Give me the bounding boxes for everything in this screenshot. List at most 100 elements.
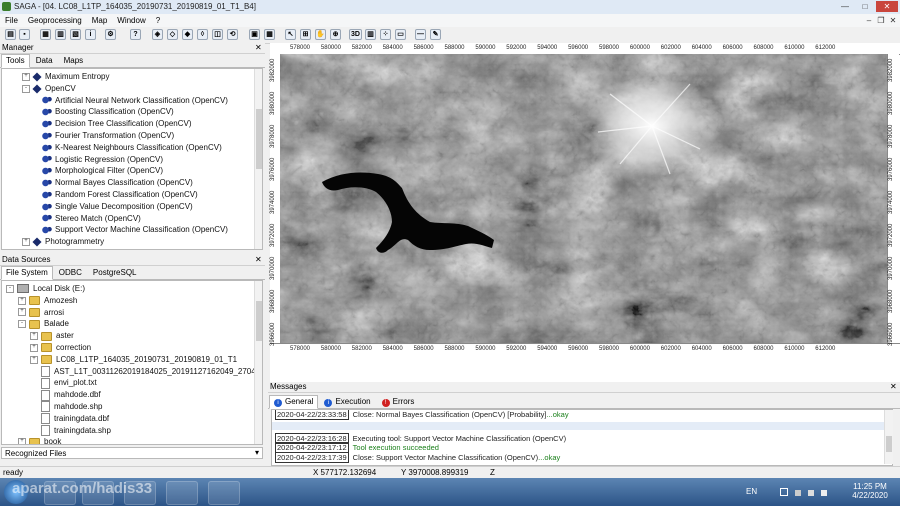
collapse-icon[interactable]: -: [22, 84, 30, 93]
expand-icon[interactable]: +: [18, 296, 26, 305]
menu-window[interactable]: Window: [112, 14, 150, 27]
pan-hand-icon[interactable]: ✋: [315, 29, 326, 40]
tab-file-system[interactable]: File System: [1, 266, 53, 280]
child-close-icon[interactable]: ✕: [888, 15, 898, 26]
tool-item[interactable]: Support Vector Machine Classification (O…: [42, 224, 228, 236]
open-icon[interactable]: ▤: [5, 29, 16, 40]
library-item[interactable]: - OpenCV: [22, 83, 76, 95]
tool-item[interactable]: Stereo Match (OpenCV): [42, 213, 141, 225]
tool-item[interactable]: Fourier Transformation (OpenCV): [42, 130, 174, 142]
info-icon[interactable]: i: [85, 29, 96, 40]
zoom-selection-icon[interactable]: ◫: [212, 29, 223, 40]
tool-item[interactable]: Morphological Filter (OpenCV): [42, 165, 163, 177]
tab-execution[interactable]: i Execution: [319, 395, 375, 409]
zoom-sync-icon[interactable]: ⟲: [227, 29, 238, 40]
folder-item[interactable]: + correction: [30, 342, 91, 354]
file-item[interactable]: envi_plot.txt: [30, 377, 97, 389]
zoom-next-icon[interactable]: ◆: [182, 29, 193, 40]
child-restore-icon[interactable]: ❐: [876, 15, 886, 26]
histogram-icon[interactable]: ▥: [365, 29, 376, 40]
tray-icons[interactable]: [780, 488, 840, 496]
language-indicator[interactable]: EN: [746, 487, 757, 496]
menu-help[interactable]: ?: [151, 14, 165, 27]
tool-item[interactable]: Random Forest Classification (OpenCV): [42, 189, 198, 201]
data-sources-icon[interactable]: ▧: [70, 29, 81, 40]
maximize-icon[interactable]: □: [856, 1, 874, 12]
new-map-icon[interactable]: ▣: [249, 29, 260, 40]
expand-icon[interactable]: +: [30, 343, 38, 352]
collapse-icon[interactable]: -: [6, 284, 14, 293]
network-icon[interactable]: [808, 490, 814, 496]
save-icon[interactable]: ▪: [19, 29, 30, 40]
folder-item[interactable]: + LC08_L1TP_164035_20190731_20190819_01_T…: [30, 354, 237, 366]
layout-icon[interactable]: ▦: [264, 29, 275, 40]
close-icon[interactable]: ✕: [876, 1, 898, 12]
zoom-active-icon[interactable]: ◊: [197, 29, 208, 40]
draw-icon[interactable]: ✎: [430, 29, 441, 40]
expand-icon[interactable]: +: [22, 72, 30, 81]
folder-item[interactable]: + book: [18, 436, 61, 444]
folder-item[interactable]: + aster: [30, 330, 74, 342]
3d-view-icon[interactable]: 3D: [349, 29, 362, 40]
scatterplot-icon[interactable]: ⁘: [380, 29, 391, 40]
tray-expand-icon[interactable]: [780, 488, 788, 496]
tab-data[interactable]: Data: [31, 54, 58, 68]
messages-close-icon[interactable]: ✕: [890, 382, 897, 391]
zoom-icon[interactable]: ⊕: [330, 29, 341, 40]
tool-item[interactable]: Artificial Neural Network Classification…: [42, 95, 228, 107]
menu-geoprocessing[interactable]: Geoprocessing: [23, 14, 87, 27]
tool-item[interactable]: Decision Tree Classification (OpenCV): [42, 118, 192, 130]
help-icon[interactable]: ?: [130, 29, 141, 40]
flag-icon[interactable]: [795, 490, 801, 496]
manager-icon[interactable]: ▦: [40, 29, 51, 40]
recognized-files-select[interactable]: Recognized Files ▾: [1, 447, 263, 459]
tab-general[interactable]: i General: [269, 395, 319, 409]
menu-map[interactable]: Map: [87, 14, 113, 27]
tab-maps[interactable]: Maps: [59, 54, 89, 68]
expand-icon[interactable]: +: [18, 438, 26, 444]
tool-item[interactable]: Single Value Decomposition (OpenCV): [42, 201, 193, 213]
library-item[interactable]: + Maximum Entropy: [22, 71, 109, 83]
clock[interactable]: 11:25 PM 4/22/2020: [850, 482, 890, 500]
tool-item[interactable]: Logistic Regression (OpenCV): [42, 154, 163, 166]
volume-icon[interactable]: [821, 490, 827, 496]
satellite-image[interactable]: [280, 54, 887, 343]
disk-item[interactable]: - Local Disk (E:): [6, 283, 85, 295]
child-minimize-icon[interactable]: –: [864, 15, 874, 26]
collapse-icon[interactable]: -: [18, 320, 26, 329]
select-cursor-icon[interactable]: ↖: [285, 29, 296, 40]
tab-odbc[interactable]: ODBC: [54, 266, 87, 280]
tab-tools[interactable]: Tools: [1, 54, 30, 68]
zoom-prev-icon[interactable]: ◇: [167, 29, 178, 40]
manager-close-icon[interactable]: ✕: [255, 43, 262, 52]
tab-postgresql[interactable]: PostgreSQL: [88, 266, 142, 280]
folder-item[interactable]: + arrosi: [18, 307, 64, 319]
zoom-extent-icon[interactable]: ◈: [152, 29, 163, 40]
folder-item[interactable]: + Amozesh: [18, 295, 77, 307]
tool-item[interactable]: Normal Bayes Classification (OpenCV): [42, 177, 193, 189]
file-item[interactable]: trainingdata.dbf: [30, 413, 109, 425]
minimize-icon[interactable]: —: [836, 1, 854, 12]
app-icon-p[interactable]: [208, 481, 240, 505]
properties-icon[interactable]: ▥: [55, 29, 66, 40]
menu-file[interactable]: File: [0, 14, 23, 27]
tool-item[interactable]: Boosting Classification (OpenCV): [42, 106, 174, 118]
messages-scrollbar[interactable]: [884, 410, 893, 464]
library-item[interactable]: + Photogrammetry: [22, 236, 104, 248]
measure-icon[interactable]: —: [415, 29, 426, 40]
files-scrollbar[interactable]: [254, 281, 262, 444]
tools-icon[interactable]: ⚙: [105, 29, 116, 40]
map-view[interactable]: 578000 580000 582000 584000 586000 588000 5900…: [270, 43, 900, 382]
expand-icon[interactable]: +: [30, 332, 38, 341]
tab-errors[interactable]: ! Errors: [377, 395, 420, 409]
messages-log[interactable]: 2020-04-22/23:33:58 Close: Normal Bayes C…: [271, 409, 893, 466]
file-item[interactable]: mahdode.dbf: [30, 389, 101, 401]
datasources-close-icon[interactable]: ✕: [255, 255, 262, 264]
file-item[interactable]: AST_L1T_00311262019184025_20191127162049…: [30, 365, 262, 378]
zoom-box-icon[interactable]: ⊞: [300, 29, 311, 40]
expand-icon[interactable]: +: [30, 355, 38, 364]
clipboard-icon[interactable]: ▭: [395, 29, 406, 40]
expand-icon[interactable]: +: [22, 238, 30, 247]
tool-item[interactable]: K-Nearest Neighbours Classification (Ope…: [42, 142, 222, 154]
tools-scrollbar[interactable]: [254, 69, 262, 249]
